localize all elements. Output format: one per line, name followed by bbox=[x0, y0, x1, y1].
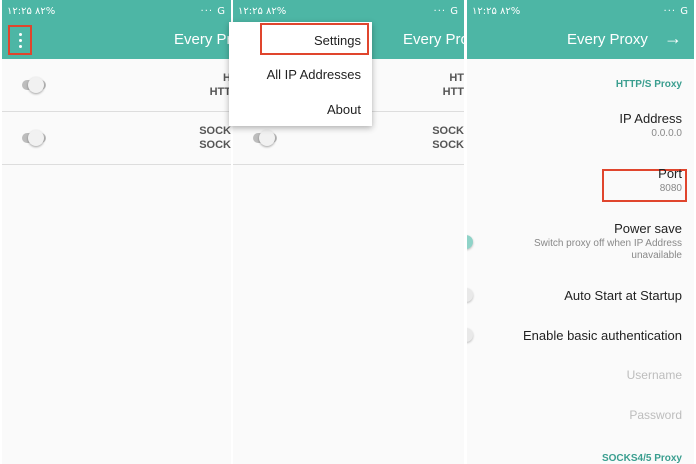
proxy-label: HT bbox=[449, 72, 464, 84]
app-bar: Every Prox bbox=[2, 22, 231, 59]
proxy-label: SOCK bbox=[432, 125, 464, 137]
autostart-switch[interactable] bbox=[467, 288, 473, 302]
app-title: Every Prox bbox=[174, 31, 231, 48]
auth-switch[interactable] bbox=[467, 328, 473, 342]
proxy-toggle[interactable] bbox=[22, 77, 46, 93]
main-screen: ۱۲:۲۵ ۸۲% ··· G Every Prox H HTT SOCK SO… bbox=[2, 0, 231, 464]
status-bar: ۱۲:۲۵ ۸۲% ··· G bbox=[2, 0, 231, 22]
status-battery: ۸۲% bbox=[35, 5, 56, 17]
status-bar: ۱۲:۲۵ ۸۲% ··· G bbox=[233, 0, 464, 22]
app-title: Every Prox bbox=[403, 31, 464, 48]
password-field: Password bbox=[629, 408, 682, 422]
settings-screen: ۱۲:۲۵ ۸۲% ··· G Every Proxy → HTTP/S Pro… bbox=[467, 0, 694, 464]
http-proxy-header: HTTP/S Proxy bbox=[615, 79, 682, 90]
power-save-switch[interactable] bbox=[467, 235, 473, 249]
ip-address-value: 0.0.0.0 bbox=[651, 128, 682, 139]
proxy-address: SOCK bbox=[432, 139, 464, 151]
status-battery: ۸۲% bbox=[266, 5, 287, 17]
status-bar: ۱۲:۲۵ ۸۲% ··· G bbox=[467, 0, 694, 22]
settings-list: HTTP/S Proxy IP Address 0.0.0.0 Port 808… bbox=[467, 59, 694, 464]
proxy-address: SOCK bbox=[199, 139, 231, 151]
power-save-summary-2: unavailable bbox=[631, 250, 682, 261]
status-time: ۱۲:۲۵ bbox=[7, 5, 32, 17]
proxy-label: SOCK bbox=[199, 125, 231, 137]
menu-item-about[interactable]: About bbox=[327, 102, 361, 117]
username-field: Username bbox=[626, 368, 682, 382]
app-bar: Every Proxy → bbox=[467, 22, 694, 59]
status-icons: ··· G bbox=[663, 5, 689, 17]
status-time: ۱۲:۲۵ bbox=[238, 5, 263, 17]
port-value: 8080 bbox=[659, 183, 682, 194]
proxy-address: HTT bbox=[442, 86, 464, 98]
autostart-title[interactable]: Auto Start at Startup bbox=[564, 288, 682, 303]
proxy-toggle[interactable] bbox=[253, 130, 277, 146]
proxy-row-socks[interactable]: SOCK SOCK bbox=[2, 112, 231, 165]
proxy-address: HTT bbox=[209, 86, 231, 98]
proxy-toggle[interactable] bbox=[22, 130, 46, 146]
auth-title[interactable]: Enable basic authentication bbox=[523, 328, 682, 343]
proxy-row-http[interactable]: H HTT bbox=[2, 59, 231, 112]
power-save-summary: Switch proxy off when IP Address bbox=[533, 238, 682, 249]
menu-item-settings[interactable]: Settings bbox=[314, 33, 361, 48]
status-battery: ۸۲% bbox=[500, 5, 521, 17]
arrow-right-icon[interactable]: → bbox=[664, 28, 682, 49]
more-vert-icon[interactable] bbox=[8, 25, 32, 55]
socks-proxy-header: SOCKS4/5 Proxy bbox=[601, 453, 682, 464]
power-save-title[interactable]: Power save bbox=[614, 221, 682, 236]
overflow-menu: Settings All IP Addresses About bbox=[229, 22, 372, 126]
port-title[interactable]: Port bbox=[658, 166, 682, 181]
status-icons: ··· G bbox=[433, 5, 459, 17]
menu-item-all-ip[interactable]: All IP Addresses bbox=[267, 67, 361, 82]
app-title: Every Proxy bbox=[567, 31, 648, 48]
status-icons: ··· G bbox=[200, 5, 226, 17]
status-time: ۱۲:۲۵ bbox=[472, 5, 497, 17]
ip-address-title[interactable]: IP Address bbox=[619, 111, 682, 126]
